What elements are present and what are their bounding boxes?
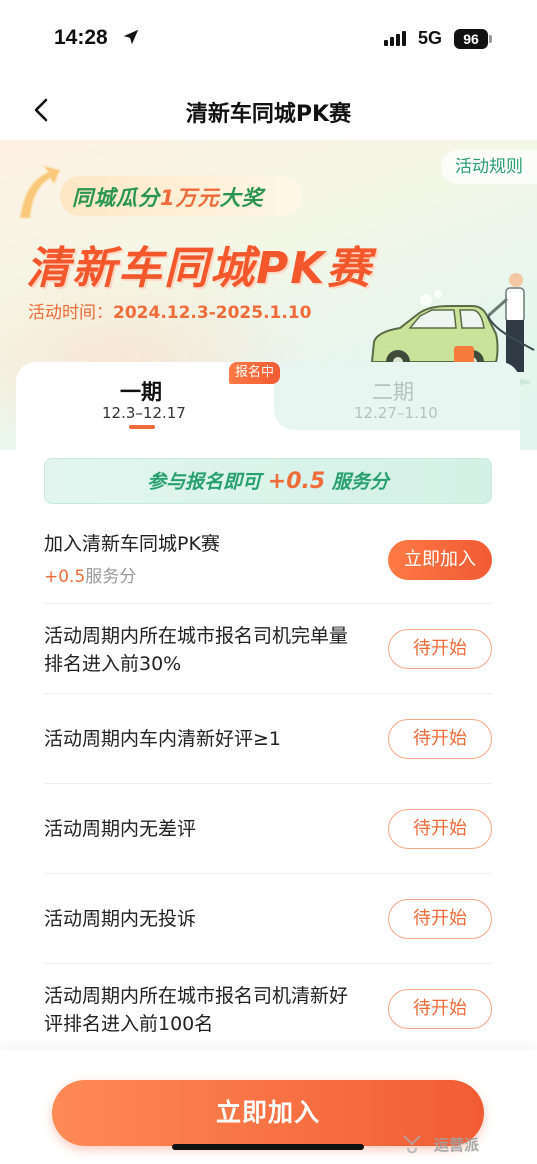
task-row: 活动周期内无投诉 待开始 <box>44 874 492 964</box>
hero-title: 清新车同城PK赛 <box>26 243 373 294</box>
tab-period-1-dates: 12.3–12.17 <box>102 404 186 422</box>
home-indicator <box>172 1144 364 1150</box>
watermark-text: 运营派 <box>434 1136 480 1154</box>
network-type: 5G <box>418 28 443 48</box>
tab-period-1-label: 一期 <box>120 380 162 404</box>
subtitle-prefix: 同城瓜分 <box>72 186 160 210</box>
signal-icon <box>384 31 406 46</box>
task-title: 活动周期内车内清新好评≥1 <box>44 728 282 750</box>
battery-tip <box>489 35 492 43</box>
task-card: 一期 12.3–12.17 二期 12.27–1.10 报名中 参与报名即可 +… <box>16 362 520 1082</box>
pending-button[interactable]: 待开始 <box>388 629 492 669</box>
subtitle-suffix: 大奖 <box>219 186 264 210</box>
status-bar: 14:28 5G 96 <box>0 0 537 80</box>
task-row: 活动周期内所在城市报名司机完单量排名进入前30% 待开始 <box>44 604 492 694</box>
signup-status-badge: 报名中 <box>229 362 281 384</box>
points-banner: 参与报名即可 +0.5 服务分 <box>44 458 492 504</box>
task-title: 活动周期内无投诉 <box>44 908 197 930</box>
task-reward: +0.5服务分 <box>44 562 136 587</box>
activity-date: 活动时间：2024.12.3-2025.1.10 <box>28 298 312 323</box>
subtitle-highlight: 1万元 <box>160 186 220 210</box>
task-title: 加入清新车同城PK赛 <box>44 533 220 555</box>
arrow-decoration-icon <box>19 164 62 219</box>
footer-bar: 立即加入 运营派 <box>0 1050 537 1164</box>
status-time: 14:28 <box>54 26 108 49</box>
reward-points: +0.5 <box>44 567 86 587</box>
join-button[interactable]: 立即加入 <box>388 540 492 580</box>
active-tab-indicator <box>129 425 155 429</box>
pending-button[interactable]: 待开始 <box>388 719 492 759</box>
date-label: 活动时间： <box>28 303 113 323</box>
tab-period-2-label: 二期 <box>372 380 414 404</box>
hero-subtitle: 同城瓜分1万元大奖 <box>72 182 264 212</box>
date-value: 2024.12.3-2025.1.10 <box>113 303 312 323</box>
banner-points: +0.5 <box>267 469 326 494</box>
task-title: 活动周期内所在城市报名司机清新好评排名进入前100名 <box>44 985 349 1035</box>
reward-unit: 服务分 <box>85 567 137 587</box>
banner-suffix: 服务分 <box>331 471 389 493</box>
pending-button[interactable]: 待开始 <box>388 989 492 1029</box>
task-title: 活动周期内无差评 <box>44 818 197 840</box>
task-title: 活动周期内所在城市报名司机完单量排名进入前30% <box>44 625 349 675</box>
task-row: 活动周期内无差评 待开始 <box>44 784 492 874</box>
task-row: 活动周期内所在城市报名司机清新好评排名进入前100名 待开始 <box>44 964 492 1060</box>
task-row: 加入清新车同城PK赛 +0.5服务分 立即加入 <box>44 520 492 604</box>
nav-bar: 清新车同城PK赛 <box>0 80 537 140</box>
pending-button[interactable]: 待开始 <box>388 809 492 849</box>
tab-period-2-dates: 12.27–1.10 <box>354 404 438 422</box>
task-row: 活动周期内车内清新好评≥1 待开始 <box>44 694 492 784</box>
rules-button[interactable]: 活动规则 <box>441 150 537 184</box>
banner-prefix: 参与报名即可 <box>147 471 262 493</box>
pending-button[interactable]: 待开始 <box>388 899 492 939</box>
location-arrow-icon <box>123 29 139 45</box>
battery-icon: 96 <box>454 29 488 49</box>
page-title: 清新车同城PK赛 <box>185 102 352 127</box>
